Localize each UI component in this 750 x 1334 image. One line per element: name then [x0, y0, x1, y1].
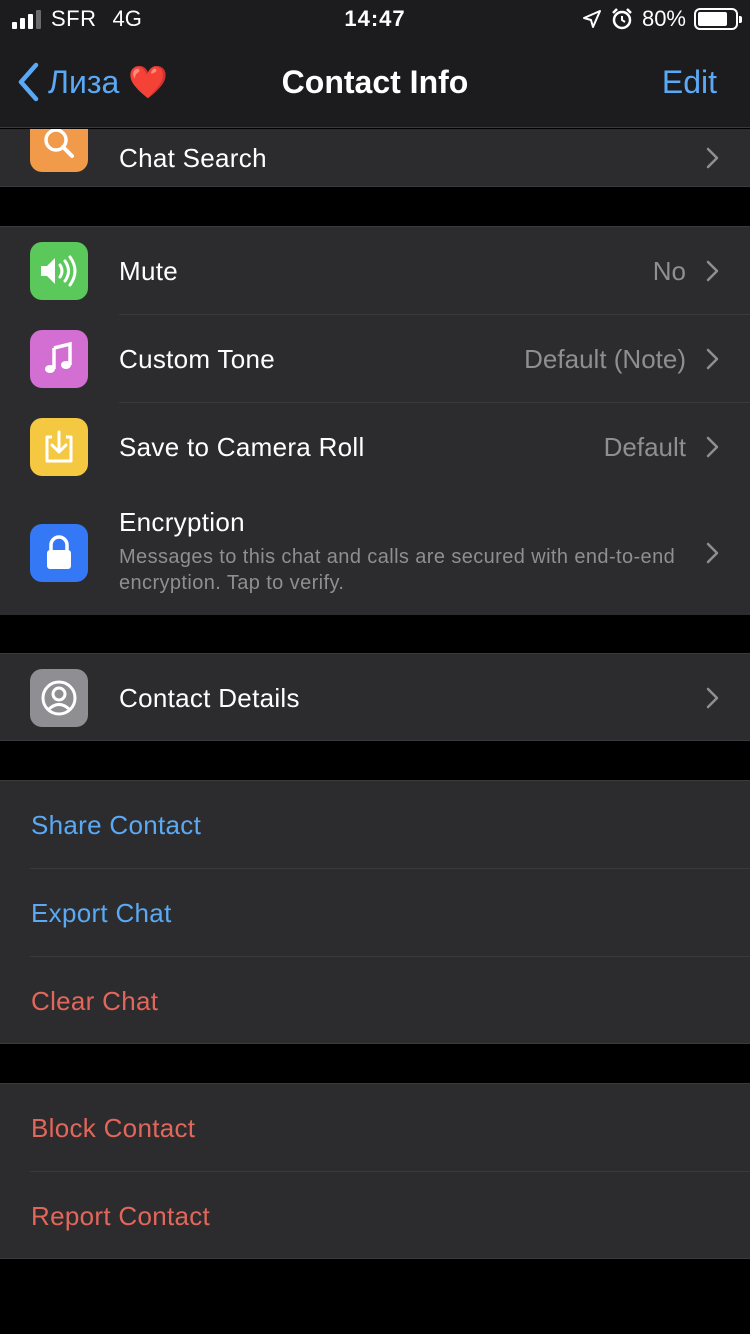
contact-details-label: Contact Details — [119, 682, 300, 713]
battery-icon — [694, 8, 742, 30]
share-contact-label: Share Contact — [31, 809, 202, 840]
status-bar: SFR 4G 14:47 80% — [0, 0, 750, 40]
lock-icon — [30, 524, 88, 582]
battery-percentage: 80% — [641, 6, 686, 31]
encryption-row[interactable]: Encryption Messages to this chat and cal… — [0, 491, 750, 615]
speaker-icon — [30, 242, 88, 300]
download-icon — [30, 418, 88, 476]
custom-tone-row[interactable]: Custom Tone Default (Note) — [0, 315, 750, 403]
search-group: Chat Search — [0, 129, 750, 187]
chevron-right-icon — [706, 687, 719, 709]
export-chat-button[interactable]: Export Chat — [0, 869, 750, 957]
contact-details-group: Contact Details — [0, 653, 750, 741]
mute-label: Mute — [119, 255, 179, 286]
custom-tone-value: Default (Note) — [524, 343, 686, 374]
page-title: Contact Info — [281, 64, 469, 100]
save-to-camera-roll-label: Save to Camera Roll — [119, 431, 365, 462]
report-contact-label: Report Contact — [31, 1200, 211, 1231]
chevron-right-icon — [706, 436, 719, 458]
block-contact-button[interactable]: Block Contact — [0, 1084, 750, 1172]
custom-tone-label: Custom Tone — [119, 343, 276, 374]
chat-settings-group: Mute No Custom Tone Default (Note) Save … — [0, 226, 750, 615]
chat-search-row[interactable]: Chat Search — [0, 129, 750, 186]
chat-actions-group: Share Contact Export Chat Clear Chat — [0, 780, 750, 1044]
save-to-camera-roll-row[interactable]: Save to Camera Roll Default — [0, 403, 750, 491]
music-note-icon — [30, 330, 88, 388]
block-report-group: Block Contact Report Contact — [0, 1083, 750, 1259]
clear-chat-button[interactable]: Clear Chat — [0, 957, 750, 1045]
chevron-right-icon — [706, 147, 719, 169]
edit-button[interactable]: Edit — [662, 64, 717, 101]
chevron-right-icon — [706, 348, 719, 370]
export-chat-label: Export Chat — [31, 897, 172, 928]
mute-row[interactable]: Mute No — [0, 227, 750, 315]
report-contact-button[interactable]: Report Contact — [0, 1172, 750, 1260]
chevron-right-icon — [706, 260, 719, 282]
navigation-bar: Лиза ❤️ Contact Info Edit — [0, 40, 750, 128]
mute-value: No — [652, 255, 686, 286]
search-icon — [30, 129, 88, 172]
block-contact-label: Block Contact — [31, 1112, 196, 1143]
share-contact-button[interactable]: Share Contact — [0, 781, 750, 869]
encryption-label: Encryption — [119, 507, 245, 537]
encryption-description: Messages to this chat and calls are secu… — [119, 546, 676, 594]
clear-chat-label: Clear Chat — [31, 985, 159, 1016]
chat-search-label: Chat Search — [119, 142, 267, 173]
location-icon — [582, 10, 601, 28]
person-icon — [30, 669, 88, 727]
contact-details-row[interactable]: Contact Details — [0, 654, 750, 742]
alarm-icon — [612, 8, 632, 30]
chevron-right-icon — [706, 542, 719, 564]
save-to-camera-roll-value: Default — [603, 431, 686, 462]
